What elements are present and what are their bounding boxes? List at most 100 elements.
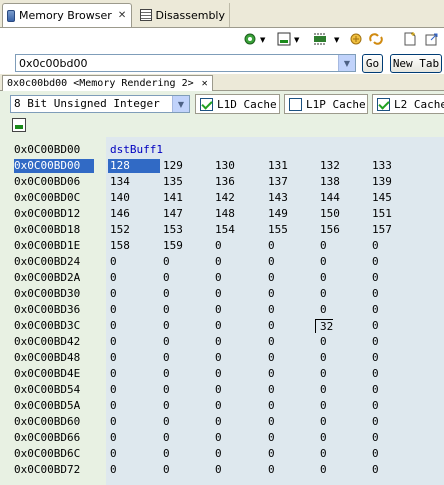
memory-cell[interactable]: 0 — [215, 399, 222, 413]
memory-cell[interactable]: 0 — [215, 303, 222, 317]
memory-cell[interactable]: 0 — [268, 303, 275, 317]
memory-cell[interactable]: 0 — [320, 271, 327, 285]
row-address[interactable]: 0x0C00BD66 — [14, 431, 94, 445]
tab-memory-rendering[interactable]: 0x0c00bd00 <Memory Rendering 2> ✕ — [2, 75, 213, 91]
memory-cell[interactable]: 0 — [215, 239, 222, 253]
memory-cell[interactable]: 0 — [110, 351, 117, 365]
memory-cell[interactable]: 144 — [320, 191, 340, 205]
memory-cell[interactable]: 139 — [372, 175, 392, 189]
memory-cell[interactable]: 0 — [163, 415, 170, 429]
memory-cell[interactable]: 0 — [372, 287, 379, 301]
memory-cell[interactable]: 0 — [215, 367, 222, 381]
memory-cell[interactable]: 0 — [163, 351, 170, 365]
sync-icon[interactable] — [348, 31, 364, 47]
memory-cell[interactable]: 157 — [372, 223, 392, 237]
memory-cell[interactable]: 0 — [163, 367, 170, 381]
refresh-gear-icon[interactable] — [242, 31, 258, 47]
memory-cell[interactable]: 0 — [215, 351, 222, 365]
memory-cell[interactable]: 0 — [372, 399, 379, 413]
memory-cell[interactable]: 0 — [163, 399, 170, 413]
memory-cell[interactable]: 0 — [215, 447, 222, 461]
memory-cell[interactable]: 0 — [163, 431, 170, 445]
memory-cell[interactable]: 0 — [372, 319, 379, 333]
memory-cell[interactable]: 0 — [110, 335, 117, 349]
l2-cache-checkbox[interactable]: L2 Cache — [372, 94, 444, 114]
memory-cell[interactable]: 0 — [268, 239, 275, 253]
memory-cell[interactable]: 0 — [320, 255, 327, 269]
memory-cell[interactable]: 141 — [163, 191, 183, 205]
memory-cell[interactable]: 0 — [268, 431, 275, 445]
row-address[interactable]: 0x0C00BD1E — [14, 239, 94, 253]
checkbox-checked-icon[interactable] — [200, 97, 213, 111]
memory-cell[interactable]: 0 — [110, 255, 117, 269]
memory-cell[interactable]: 0 — [110, 447, 117, 461]
memory-cell[interactable]: 0 — [320, 367, 327, 381]
row-address[interactable]: 0x0C00BD72 — [14, 463, 94, 477]
memory-cell[interactable]: 145 — [372, 191, 392, 205]
memory-cell[interactable]: 0 — [163, 255, 170, 269]
memory-cell[interactable]: 0 — [215, 319, 222, 333]
memory-cell[interactable]: 0 — [163, 319, 170, 333]
memory-cell[interactable]: 148 — [215, 207, 235, 221]
memory-cell[interactable]: 0 — [320, 239, 327, 253]
memory-cell[interactable]: 0 — [110, 399, 117, 413]
memory-cell[interactable]: 146 — [110, 207, 130, 221]
memory-cell[interactable]: 0 — [320, 287, 327, 301]
memory-cell[interactable]: 0 — [163, 303, 170, 317]
memory-cell[interactable]: 0 — [320, 431, 327, 445]
memory-cell[interactable]: 0 — [215, 335, 222, 349]
memory-cell[interactable]: 0 — [372, 271, 379, 285]
memory-cell[interactable]: 0 — [268, 463, 275, 477]
memory-cell[interactable]: 0 — [372, 463, 379, 477]
chip-icon[interactable] — [312, 31, 328, 47]
chip-dropdown-icon[interactable]: ▼ — [334, 37, 340, 44]
memory-cell[interactable]: 0 — [268, 287, 275, 301]
row-address[interactable]: 0x0C00BD18 — [14, 223, 94, 237]
memory-view-dropdown-icon[interactable]: ▼ — [294, 37, 300, 44]
row-address[interactable]: 0x0C00BD24 — [14, 255, 94, 269]
memory-cell[interactable]: 158 — [110, 239, 130, 253]
row-address[interactable]: 0x0C00BD48 — [14, 351, 94, 365]
memory-cell[interactable]: 0 — [372, 415, 379, 429]
memory-cell[interactable]: 0 — [268, 415, 275, 429]
memory-cell[interactable]: 0 — [320, 399, 327, 413]
close-icon[interactable]: ✕ — [118, 10, 126, 21]
memory-cell[interactable]: 137 — [268, 175, 288, 189]
address-combo[interactable]: ▼ — [15, 54, 356, 72]
memory-cell[interactable]: 0 — [215, 383, 222, 397]
memory-cell[interactable]: 138 — [320, 175, 340, 189]
l1d-cache-checkbox[interactable]: L1D Cache — [195, 94, 280, 114]
memory-cell[interactable]: 147 — [163, 207, 183, 221]
new-tab-button[interactable]: New Tab — [390, 54, 442, 73]
memory-cell[interactable]: 0 — [268, 351, 275, 365]
memory-cell[interactable]: 142 — [215, 191, 235, 205]
l1p-cache-checkbox[interactable]: L1P Cache — [284, 94, 368, 114]
memory-cell[interactable]: 0 — [372, 431, 379, 445]
memory-cell[interactable]: 0 — [268, 255, 275, 269]
row-address[interactable]: 0x0C00BD0C — [14, 191, 94, 205]
link-icon[interactable] — [368, 31, 384, 47]
new-page-icon[interactable] — [402, 31, 418, 47]
row-address[interactable]: 0x0C00BD6C — [14, 447, 94, 461]
memory-cell[interactable]: 0 — [110, 383, 117, 397]
memory-cell[interactable]: 0 — [372, 303, 379, 317]
memory-cell[interactable]: 0 — [268, 271, 275, 285]
memory-cell[interactable]: 0 — [110, 463, 117, 477]
memory-cell[interactable]: 0 — [320, 447, 327, 461]
memory-cell[interactable]: 132 — [320, 159, 340, 173]
memory-cell[interactable]: 155 — [268, 223, 288, 237]
memory-cell[interactable]: 153 — [163, 223, 183, 237]
row-address[interactable]: 0x0C00BD00 — [14, 159, 94, 173]
row-address[interactable]: 0x0C00BD60 — [14, 415, 94, 429]
format-select[interactable]: 8 Bit Unsigned Integer ▼ — [10, 95, 190, 113]
memory-cell[interactable]: 0 — [110, 319, 117, 333]
memory-cell[interactable]: 135 — [163, 175, 183, 189]
memory-cell[interactable]: 143 — [268, 191, 288, 205]
memory-cell[interactable]: 0 — [215, 287, 222, 301]
memory-cell[interactable]: 0 — [268, 447, 275, 461]
memory-cell[interactable]: 0 — [372, 383, 379, 397]
memory-cell[interactable]: 151 — [372, 207, 392, 221]
checkbox-unchecked-icon[interactable] — [289, 97, 302, 111]
memory-view-icon[interactable] — [276, 31, 292, 47]
tab-disassembly[interactable]: Disassembly — [136, 3, 230, 27]
